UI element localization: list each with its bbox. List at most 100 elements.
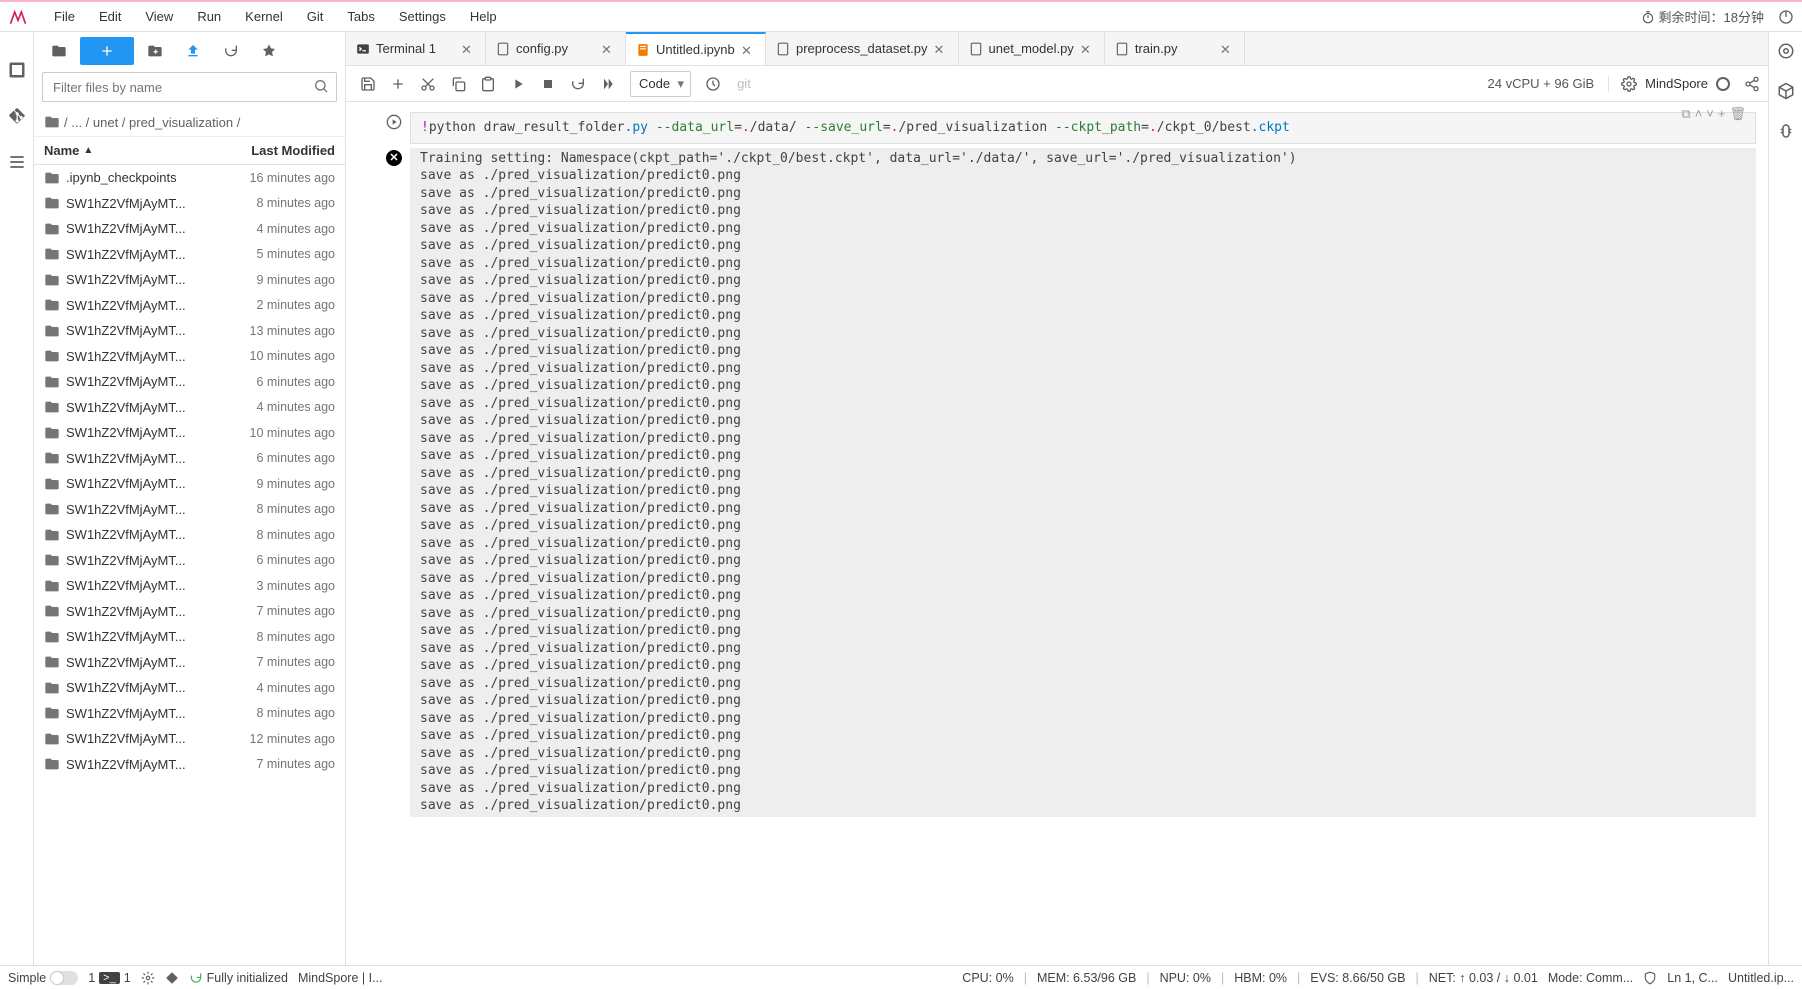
- menu-tabs[interactable]: Tabs: [335, 5, 386, 28]
- file-row[interactable]: SW1hZ2VfMjAyMT...9 minutes ago: [34, 267, 345, 293]
- file-row[interactable]: SW1hZ2VfMjAyMT...6 minutes ago: [34, 369, 345, 395]
- shield-icon[interactable]: [1643, 971, 1657, 985]
- filter-files-input[interactable]: [42, 72, 337, 102]
- file-row[interactable]: SW1hZ2VfMjAyMT...9 minutes ago: [34, 471, 345, 497]
- file-row[interactable]: SW1hZ2VfMjAyMT...4 minutes ago: [34, 675, 345, 701]
- add-below-icon[interactable]: +: [1718, 106, 1726, 122]
- move-down-icon[interactable]: ˅: [1706, 106, 1714, 122]
- file-row[interactable]: SW1hZ2VfMjAyMT...4 minutes ago: [34, 216, 345, 242]
- file-row[interactable]: SW1hZ2VfMjAyMT...8 minutes ago: [34, 522, 345, 548]
- power-button[interactable]: [1778, 9, 1794, 25]
- tab-preprocess_dataset-py[interactable]: preprocess_dataset.py✕: [766, 32, 959, 65]
- file-row[interactable]: SW1hZ2VfMjAyMT...7 minutes ago: [34, 752, 345, 778]
- close-icon[interactable]: ✕: [741, 43, 755, 57]
- file-list[interactable]: .ipynb_checkpoints16 minutes agoSW1hZ2Vf…: [34, 165, 345, 965]
- file-row[interactable]: SW1hZ2VfMjAyMT...2 minutes ago: [34, 293, 345, 319]
- cube-icon[interactable]: [1777, 82, 1795, 100]
- tab-icon: [356, 42, 370, 56]
- menu-help[interactable]: Help: [458, 5, 509, 28]
- restart-run-all-button[interactable]: [594, 70, 622, 98]
- tab-unet_model-py[interactable]: unet_model.py✕: [959, 32, 1105, 65]
- name-column-header[interactable]: Name ▲: [44, 143, 205, 158]
- file-modified: 9 minutes ago: [205, 273, 335, 287]
- file-row[interactable]: .ipynb_checkpoints16 minutes ago: [34, 165, 345, 191]
- cut-button[interactable]: [414, 70, 442, 98]
- menu-view[interactable]: View: [133, 5, 185, 28]
- current-file[interactable]: Untitled.ip...: [1728, 971, 1794, 985]
- breadcrumb[interactable]: / ... / unet / pred_visualization /: [34, 108, 345, 137]
- new-launcher-button[interactable]: [80, 37, 134, 65]
- notebook-area[interactable]: ⧉ ˄ ˅ + 🗑 !python draw_result_folder.py …: [346, 102, 1768, 965]
- run-cell-icon[interactable]: [386, 114, 402, 130]
- new-folder-button[interactable]: [138, 37, 172, 65]
- close-icon[interactable]: ✕: [1220, 42, 1234, 56]
- modified-column-header[interactable]: Last Modified: [205, 143, 335, 158]
- file-name: SW1hZ2VfMjAyMT...: [66, 272, 205, 287]
- file-row[interactable]: SW1hZ2VfMjAyMT...3 minutes ago: [34, 573, 345, 599]
- tab-untitled-ipynb[interactable]: Untitled.ipynb✕: [626, 32, 766, 65]
- run-button[interactable]: [504, 70, 532, 98]
- mode-status[interactable]: Mode: Comm...: [1548, 971, 1633, 985]
- file-row[interactable]: SW1hZ2VfMjAyMT...12 minutes ago: [34, 726, 345, 752]
- file-row[interactable]: SW1hZ2VfMjAyMT...13 minutes ago: [34, 318, 345, 344]
- file-row[interactable]: SW1hZ2VfMjAyMT...4 minutes ago: [34, 395, 345, 421]
- menu-git[interactable]: Git: [295, 5, 336, 28]
- tab-terminal-1[interactable]: Terminal 1✕: [346, 32, 486, 65]
- delete-cell-icon[interactable]: 🗑: [1729, 106, 1746, 122]
- gear-icon[interactable]: [1621, 76, 1637, 92]
- share-icon[interactable]: [1744, 76, 1760, 92]
- simple-mode-toggle[interactable]: Simple: [8, 971, 78, 985]
- restart-button[interactable]: [564, 70, 592, 98]
- file-modified: 5 minutes ago: [205, 247, 335, 261]
- file-row[interactable]: SW1hZ2VfMjAyMT...7 minutes ago: [34, 599, 345, 625]
- debug-icon[interactable]: [1777, 122, 1795, 140]
- menu-run[interactable]: Run: [185, 5, 233, 28]
- file-row[interactable]: SW1hZ2VfMjAyMT...5 minutes ago: [34, 242, 345, 268]
- folder-open-button[interactable]: [42, 37, 76, 65]
- clock-icon[interactable]: [699, 70, 727, 98]
- menu-settings[interactable]: Settings: [387, 5, 458, 28]
- tab-train-py[interactable]: train.py ✕: [1105, 32, 1245, 65]
- insert-cell-button[interactable]: [384, 70, 412, 98]
- refresh-button[interactable]: [214, 37, 248, 65]
- file-row[interactable]: SW1hZ2VfMjAyMT...7 minutes ago: [34, 650, 345, 676]
- close-icon[interactable]: ✕: [601, 42, 615, 56]
- kernel-name[interactable]: MindSpore: [1645, 76, 1708, 91]
- file-row[interactable]: SW1hZ2VfMjAyMT...10 minutes ago: [34, 344, 345, 370]
- settings-status-icon[interactable]: [141, 971, 155, 985]
- file-row[interactable]: SW1hZ2VfMjAyMT...6 minutes ago: [34, 446, 345, 472]
- save-button[interactable]: [354, 70, 382, 98]
- file-row[interactable]: SW1hZ2VfMjAyMT...6 minutes ago: [34, 548, 345, 574]
- duplicate-cell-icon[interactable]: ⧉: [1681, 106, 1690, 122]
- tab-config-py[interactable]: config.py✕: [486, 32, 626, 65]
- git-status-icon[interactable]: [165, 971, 179, 985]
- terminals-count[interactable]: 1>_1: [88, 971, 130, 985]
- copy-button[interactable]: [444, 70, 472, 98]
- upload-button[interactable]: [176, 37, 210, 65]
- stop-button[interactable]: [534, 70, 562, 98]
- menu-file[interactable]: File: [42, 5, 87, 28]
- running-terminals-icon[interactable]: [7, 60, 27, 80]
- file-row[interactable]: SW1hZ2VfMjAyMT...8 minutes ago: [34, 701, 345, 727]
- paste-button[interactable]: [474, 70, 502, 98]
- close-icon[interactable]: ✕: [1080, 42, 1094, 56]
- menu-edit[interactable]: Edit: [87, 5, 133, 28]
- git-clone-button[interactable]: [252, 37, 286, 65]
- tab-label: train.py: [1135, 41, 1214, 56]
- toc-icon[interactable]: [7, 152, 27, 172]
- close-icon[interactable]: ✕: [934, 42, 948, 56]
- file-row[interactable]: SW1hZ2VfMjAyMT...8 minutes ago: [34, 497, 345, 523]
- code-content[interactable]: !python draw_result_folder.py --data_url…: [410, 112, 1756, 144]
- git-icon[interactable]: [7, 106, 27, 126]
- kernel-status-text[interactable]: MindSpore | I...: [298, 971, 383, 985]
- property-inspector-icon[interactable]: [1777, 42, 1795, 60]
- file-row[interactable]: SW1hZ2VfMjAyMT...8 minutes ago: [34, 624, 345, 650]
- file-row[interactable]: SW1hZ2VfMjAyMT...8 minutes ago: [34, 191, 345, 217]
- menu-kernel[interactable]: Kernel: [233, 5, 295, 28]
- file-row[interactable]: SW1hZ2VfMjAyMT...10 minutes ago: [34, 420, 345, 446]
- cursor-position[interactable]: Ln 1, C...: [1667, 971, 1718, 985]
- move-up-icon[interactable]: ˄: [1695, 106, 1703, 122]
- code-cell[interactable]: !python draw_result_folder.py --data_url…: [346, 112, 1756, 144]
- cell-type-select[interactable]: Code: [630, 71, 691, 97]
- close-icon[interactable]: ✕: [461, 42, 475, 56]
